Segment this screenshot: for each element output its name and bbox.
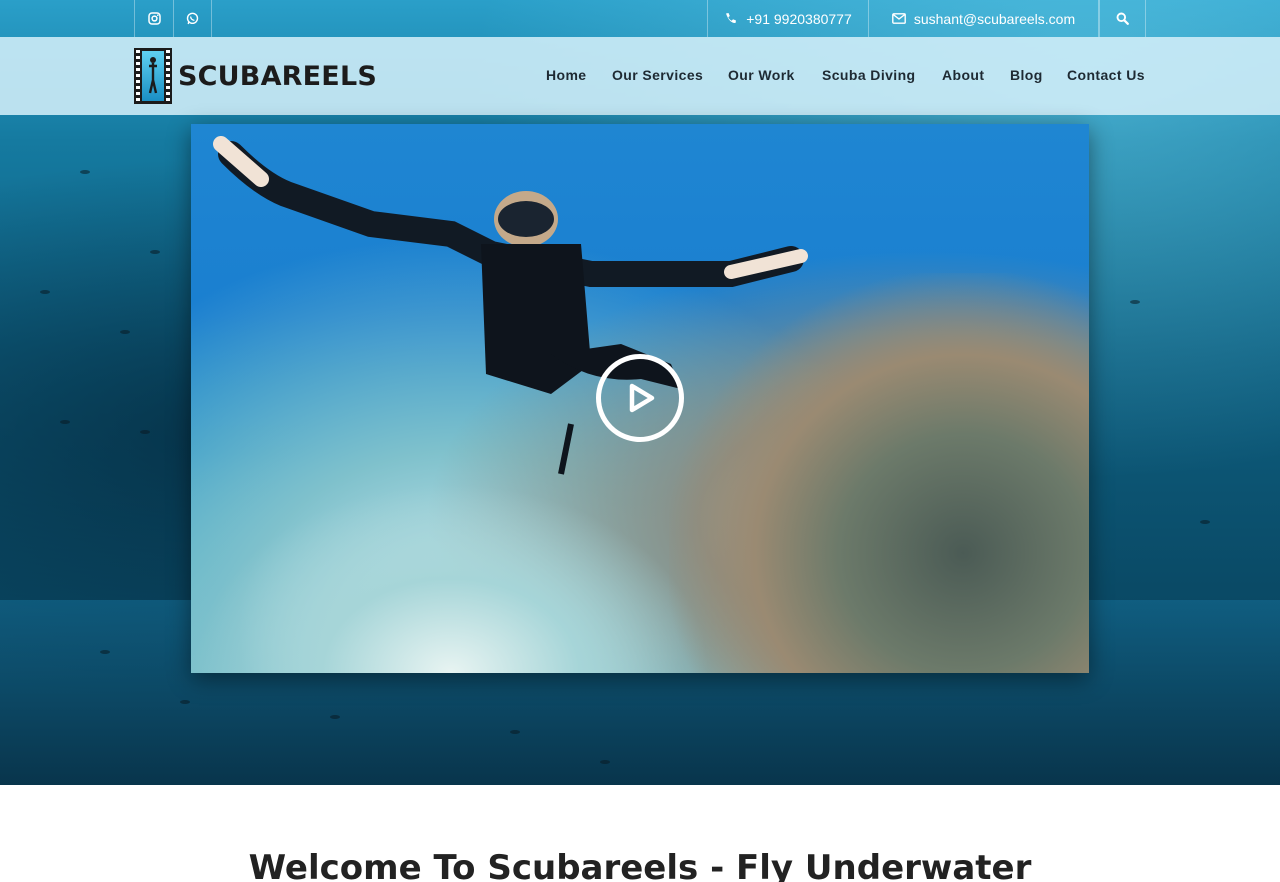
fish-decoration	[510, 730, 520, 734]
brand-name: SCUBAREELS	[178, 60, 377, 92]
email-address: sushant@scubareels.com	[913, 10, 1076, 27]
fish-decoration	[60, 420, 70, 424]
nav-contact-us[interactable]: Contact Us	[1067, 67, 1145, 83]
top-bar: +91 9920380777 sushant@scubareels.com	[0, 0, 1280, 37]
fish-decoration	[1200, 520, 1210, 524]
play-icon	[629, 383, 655, 413]
search-icon	[1116, 12, 1129, 25]
fish-decoration	[1130, 300, 1140, 304]
fish-decoration	[40, 290, 50, 294]
fish-decoration	[150, 250, 160, 254]
whatsapp-icon	[186, 12, 199, 25]
play-button[interactable]	[596, 354, 684, 442]
fish-decoration	[100, 650, 110, 654]
fish-decoration	[120, 330, 130, 334]
fish-decoration	[140, 430, 150, 434]
whatsapp-link[interactable]	[173, 0, 212, 37]
logo-film-diver-icon	[134, 48, 172, 104]
nav-scuba-diving[interactable]: Scuba Diving	[822, 67, 915, 83]
fish-decoration	[180, 700, 190, 704]
phone-link[interactable]: +91 9920380777	[707, 0, 868, 37]
nav-about[interactable]: About	[942, 67, 984, 83]
nav-our-services[interactable]: Our Services	[612, 67, 703, 83]
fish-decoration	[600, 760, 610, 764]
instagram-icon	[147, 12, 161, 25]
instagram-link[interactable]	[134, 0, 173, 37]
fish-decoration	[330, 715, 340, 719]
nav-our-work[interactable]: Our Work	[728, 67, 795, 83]
envelope-icon	[891, 13, 906, 24]
site-header: SCUBAREELS Home Our Services Our Work Sc…	[0, 37, 1280, 115]
phone-number: +91 9920380777	[746, 10, 852, 27]
fish-decoration	[80, 170, 90, 174]
nav-blog[interactable]: Blog	[1010, 67, 1043, 83]
email-link[interactable]: sushant@scubareels.com	[868, 0, 1099, 37]
nav-home[interactable]: Home	[546, 67, 587, 83]
intro-video[interactable]	[191, 124, 1089, 673]
search-button[interactable]	[1099, 0, 1146, 37]
site-logo[interactable]: SCUBAREELS	[134, 48, 377, 104]
section-title: Welcome To Scubareels - Fly Underwater	[248, 848, 1032, 882]
phone-icon	[726, 13, 737, 24]
